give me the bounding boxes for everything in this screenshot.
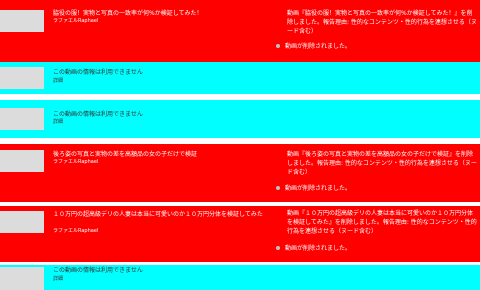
video-title[interactable]: 脇役の服！実物と写真の一致率が何%か検証してみた！: [53, 10, 203, 18]
status-dot-icon: [276, 185, 280, 190]
deletion-notice: 動画『１０万円の超高級デリの人妻は本当に可愛いのか１０万円分体を検証してみた』を…: [287, 210, 477, 235]
removed-status: 動画が削除されました。: [276, 185, 351, 193]
channel-name[interactable]: ラファエルRaphael: [53, 228, 98, 235]
unavailable-row: この動画の情報は利用できません 詳細: [0, 62, 480, 94]
unavailable-title: この動画の情報は利用できません: [53, 111, 143, 118]
unavailable-title: この動画の情報は利用できません: [53, 267, 143, 274]
removed-status: 動画が削除されました。: [276, 245, 351, 253]
status-dot-icon: [276, 43, 280, 48]
removed-status: 動画が削除されました。: [276, 43, 351, 51]
removed-label: 動画が削除されました。: [285, 43, 352, 50]
video-title[interactable]: １０万円の超高級デリの人妻は本当に可愛いのか１０万円分体を検証してみた: [53, 211, 268, 219]
video-thumbnail: [0, 108, 44, 130]
channel-name[interactable]: ラファエルRaphael: [53, 159, 98, 166]
video-thumbnail[interactable]: [0, 10, 44, 32]
removed-label: 動画が削除されました。: [285, 185, 352, 192]
video-row: 脇役の服！実物と写真の一致率が何%か検証してみた！ ラファエルRaphael 動…: [0, 0, 480, 62]
video-row: １０万円の超高級デリの人妻は本当に可愛いのか１０万円分体を検証してみた ラファエ…: [0, 206, 480, 262]
removed-label: 動画が削除されました。: [285, 245, 352, 252]
channel-name[interactable]: ラファエルRaphael: [53, 18, 98, 25]
deletion-notice: 動画『後ろ姿の写真と実物の差を高額品の女の子だけで検証』を削除しました。報告理由…: [287, 151, 477, 176]
video-thumbnail[interactable]: [0, 211, 44, 233]
video-thumbnail: [0, 267, 44, 290]
detail-link[interactable]: 詳細: [53, 276, 63, 283]
detail-link[interactable]: 詳細: [53, 78, 63, 85]
video-title[interactable]: 後ろ姿の写真と実物の差を高額品の女の子だけで検証: [53, 151, 197, 159]
status-dot-icon: [276, 245, 280, 250]
deletion-notice: 動画『脇役の服！実物と写真の一致率が何%か検証してみた！』を削除しました。報告理…: [287, 10, 477, 35]
video-thumbnail[interactable]: [0, 150, 44, 172]
video-row: 後ろ姿の写真と実物の差を高額品の女の子だけで検証 ラファエルRaphael 動画…: [0, 144, 480, 202]
unavailable-title: この動画の情報は利用できません: [53, 69, 143, 76]
detail-link[interactable]: 詳細: [53, 119, 63, 126]
video-thumbnail: [0, 67, 44, 89]
unavailable-row: この動画の情報は利用できません 詳細: [0, 100, 480, 138]
unavailable-row: この動画の情報は利用できません 詳細: [0, 265, 480, 290]
